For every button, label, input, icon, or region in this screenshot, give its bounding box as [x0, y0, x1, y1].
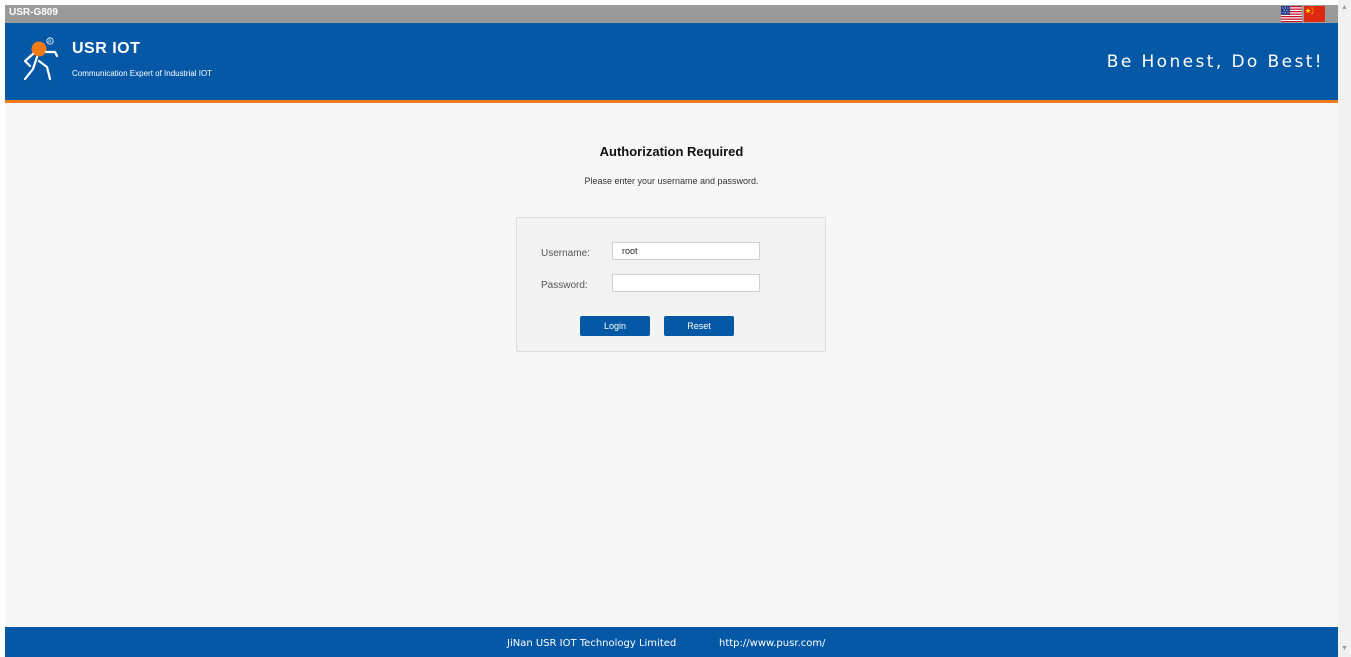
- username-field[interactable]: [612, 242, 760, 260]
- scroll-down-arrow-icon[interactable]: ▼: [1341, 645, 1348, 652]
- cn-flag-icon[interactable]: [1304, 6, 1325, 22]
- header-slogan: Be Honest, Do Best!: [1106, 52, 1324, 72]
- footer-url: http://www.pusr.com/: [719, 638, 826, 649]
- scroll-up-arrow-icon[interactable]: ▲: [1341, 4, 1348, 11]
- language-switcher: [1281, 6, 1325, 23]
- brand-name: USR IOT: [72, 40, 141, 57]
- us-flag-icon[interactable]: [1281, 6, 1302, 22]
- username-label: Username:: [541, 248, 590, 259]
- usr-logo-icon: R: [23, 37, 59, 81]
- page-frame: USR-G809 R USR IOT Communication Expert …: [5, 5, 1338, 657]
- device-name: USR-G809: [9, 7, 58, 18]
- page-title: Authorization Required: [599, 144, 744, 159]
- login-form: Username: Password: Login Reset: [516, 217, 826, 352]
- footer-company: JiNan USR IOT Technology Limited: [507, 638, 677, 649]
- login-button[interactable]: Login: [580, 316, 650, 336]
- site-header: R USR IOT Communication Expert of Indust…: [5, 23, 1338, 103]
- page-scrollbar[interactable]: ▲ ▼: [1338, 0, 1351, 657]
- svg-text:R: R: [48, 39, 51, 45]
- brand-tagline: Communication Expert of Industrial IOT: [72, 69, 213, 78]
- reset-button[interactable]: Reset: [664, 316, 734, 336]
- auth-instructions: Please enter your username and password.: [584, 176, 759, 186]
- password-label: Password:: [541, 280, 588, 291]
- site-footer: JiNan USR IOT Technology Limited http://…: [5, 627, 1338, 657]
- password-field[interactable]: [612, 274, 760, 292]
- device-titlebar: USR-G809: [5, 5, 1338, 23]
